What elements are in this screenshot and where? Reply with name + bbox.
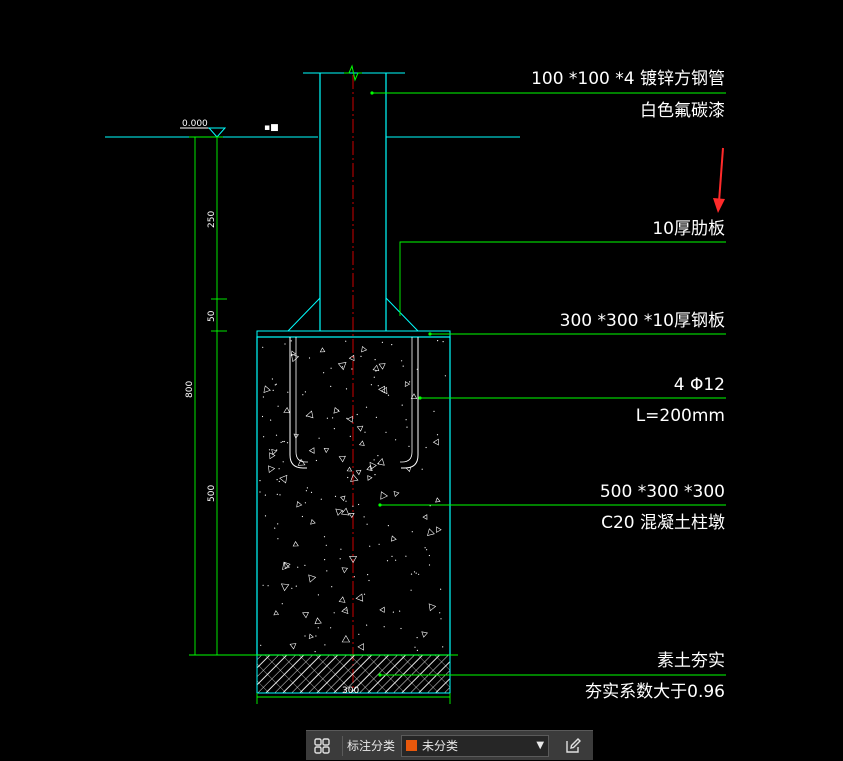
label-compaction: 夯实系数大于0.96 bbox=[585, 682, 725, 702]
concrete-pier bbox=[256, 336, 451, 656]
dim-total: 800 bbox=[185, 381, 195, 398]
annotation-labels: 100 *100 *4 镀锌方钢管 白色氟碳漆 10厚肋板 300 *300 *… bbox=[531, 69, 725, 702]
grid-button[interactable] bbox=[306, 731, 338, 761]
grid-icon bbox=[314, 737, 330, 754]
label-soil: 素土夯实 bbox=[657, 651, 725, 671]
elevation-marker: 0.000 ▪■ bbox=[180, 119, 279, 138]
ground-mark: ▪■ bbox=[264, 123, 279, 133]
dim-base-width: 300 bbox=[342, 686, 359, 696]
compacted-soil bbox=[215, 654, 458, 694]
category-label: 标注分类 bbox=[347, 739, 396, 753]
dim-lower: 500 bbox=[207, 485, 217, 502]
selected-category: 未分类 bbox=[422, 739, 459, 753]
category-color-swatch bbox=[406, 740, 418, 751]
label-concrete: C20 混凝土柱墩 bbox=[601, 513, 725, 533]
steel-tube-post bbox=[303, 64, 405, 331]
label-pier-size: 500 *300 *300 bbox=[600, 482, 725, 502]
dim-upper: 250 bbox=[207, 211, 217, 228]
elevation-label: 0.000 bbox=[182, 119, 208, 129]
label-rebar: 4 Φ12 bbox=[674, 375, 725, 395]
label-paint: 白色氟碳漆 bbox=[640, 101, 725, 121]
category-select[interactable]: 未分类 ▼ bbox=[401, 734, 550, 757]
edit-icon bbox=[566, 737, 582, 753]
label-steel-tube: 100 *100 *4 镀锌方钢管 bbox=[531, 69, 725, 89]
chevron-down-icon: ▼ bbox=[536, 740, 545, 751]
label-base-plate: 300 *300 *10厚钢板 bbox=[560, 311, 725, 331]
base-steel-plate bbox=[256, 330, 451, 338]
dim-middle: 50 bbox=[207, 310, 217, 322]
label-rebar-length: L=200mm bbox=[636, 406, 725, 426]
leader-dots bbox=[370, 91, 432, 677]
label-rib-plate: 10厚肋板 bbox=[652, 219, 725, 239]
edit-button[interactable] bbox=[557, 731, 589, 761]
annotation-toolbar: 标注分类 未分类 ▼ bbox=[306, 730, 593, 760]
red-arrow-icon bbox=[713, 147, 725, 213]
cad-drawing-canvas[interactable]: 0.000 ▪■ 800 250 50 500 300 100 *100 *4 … bbox=[0, 0, 843, 730]
